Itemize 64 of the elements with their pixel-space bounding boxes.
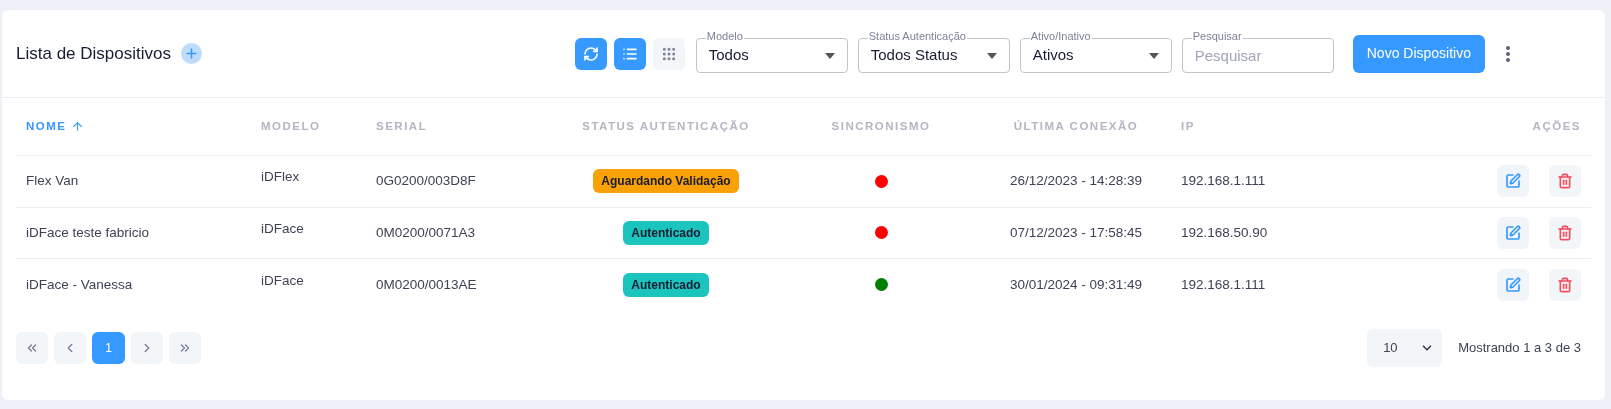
- filter-value: Ativos: [1032, 45, 1074, 66]
- column-header[interactable]: SINCRONISMO: [831, 117, 931, 136]
- more-options-icon[interactable]: [1506, 45, 1510, 62]
- table-cell: iDFace: [261, 272, 304, 288]
- column-header[interactable]: IP: [1181, 117, 1195, 136]
- table-cell: 07/12/2023 - 17:58:45: [1009, 224, 1143, 240]
- add-button[interactable]: [180, 43, 202, 64]
- dropdown-caret-icon: [986, 52, 997, 59]
- filter-value: Todos Status: [870, 45, 958, 66]
- first-page-button[interactable]: [16, 331, 48, 364]
- edit-button[interactable]: [1497, 216, 1529, 249]
- refresh-button[interactable]: [574, 37, 607, 70]
- filter-label: Ativo/Inativo: [1029, 29, 1092, 43]
- column-header[interactable]: ÚLTIMA CONEXÃO: [1013, 117, 1139, 136]
- edit-button[interactable]: [1497, 165, 1529, 198]
- status-badge: Autenticado: [623, 220, 709, 245]
- column-header[interactable]: MODELO: [261, 117, 321, 136]
- trash-icon: [1557, 224, 1573, 241]
- sort-ascending-icon: [70, 120, 84, 133]
- table-cell: 192.168.50.90: [1181, 224, 1268, 240]
- grid-view-button[interactable]: [652, 37, 685, 70]
- table-cell: 30/01/2024 - 09:31:49: [1009, 276, 1143, 292]
- table-cell: 0G0200/003D8F: [376, 173, 476, 189]
- filter-label: Status Autenticação: [867, 29, 967, 43]
- table-cell: 192.168.1.111: [1181, 173, 1266, 189]
- filter-label: Pesquisar: [1191, 29, 1243, 43]
- pagination-summary: Mostrando 1 a 3 de 3: [1458, 338, 1581, 357]
- page-button[interactable]: 1: [92, 331, 125, 364]
- refresh-icon: [582, 45, 599, 62]
- filter-value: Todos: [708, 45, 749, 66]
- last-page-button[interactable]: [169, 331, 201, 364]
- page-title: Lista de Dispositivos: [16, 42, 171, 65]
- column-header[interactable]: SERIAL: [376, 117, 428, 136]
- status-badge: Aguardando Validação: [593, 169, 739, 194]
- table-cell: 0M0200/0071A3: [376, 224, 476, 240]
- trash-icon: [1557, 173, 1573, 190]
- dropdown-caret-icon: [824, 52, 835, 59]
- table-cell: iDFace - Vanessa: [26, 276, 133, 292]
- table-cell: 0M0200/0013AE: [376, 276, 477, 292]
- table-cell: 26/12/2023 - 14:28:39: [1009, 173, 1143, 189]
- column-header[interactable]: NOME: [26, 117, 84, 136]
- filter-label: Modelo: [705, 29, 744, 43]
- table-cell: iDFace: [261, 220, 304, 236]
- edit-icon: [1505, 276, 1521, 293]
- status-badge: Autenticado: [623, 272, 709, 297]
- list-view-button[interactable]: [613, 37, 646, 70]
- grid-icon: [660, 45, 677, 62]
- page-size-select[interactable]: 10: [1367, 328, 1443, 367]
- edit-button[interactable]: [1497, 268, 1529, 301]
- dropdown-caret-icon: [1148, 52, 1159, 59]
- delete-button[interactable]: [1549, 216, 1581, 249]
- new-device-button[interactable]: Novo Dispositivo: [1352, 34, 1485, 73]
- delete-button[interactable]: [1549, 165, 1581, 198]
- delete-button[interactable]: [1549, 268, 1581, 301]
- table-cell: iDFace teste fabricio: [26, 224, 150, 240]
- table-cell: iDFlex: [261, 169, 300, 185]
- edit-icon: [1505, 173, 1521, 190]
- trash-icon: [1557, 276, 1573, 293]
- column-header[interactable]: AÇÕES: [1532, 117, 1581, 136]
- table-cell: 192.168.1.111: [1181, 276, 1266, 292]
- edit-icon: [1505, 224, 1521, 241]
- column-header[interactable]: STATUS AUTENTICAÇÃO: [582, 117, 750, 136]
- plus-icon: [183, 46, 199, 61]
- table-cell: Flex Van: [26, 173, 79, 189]
